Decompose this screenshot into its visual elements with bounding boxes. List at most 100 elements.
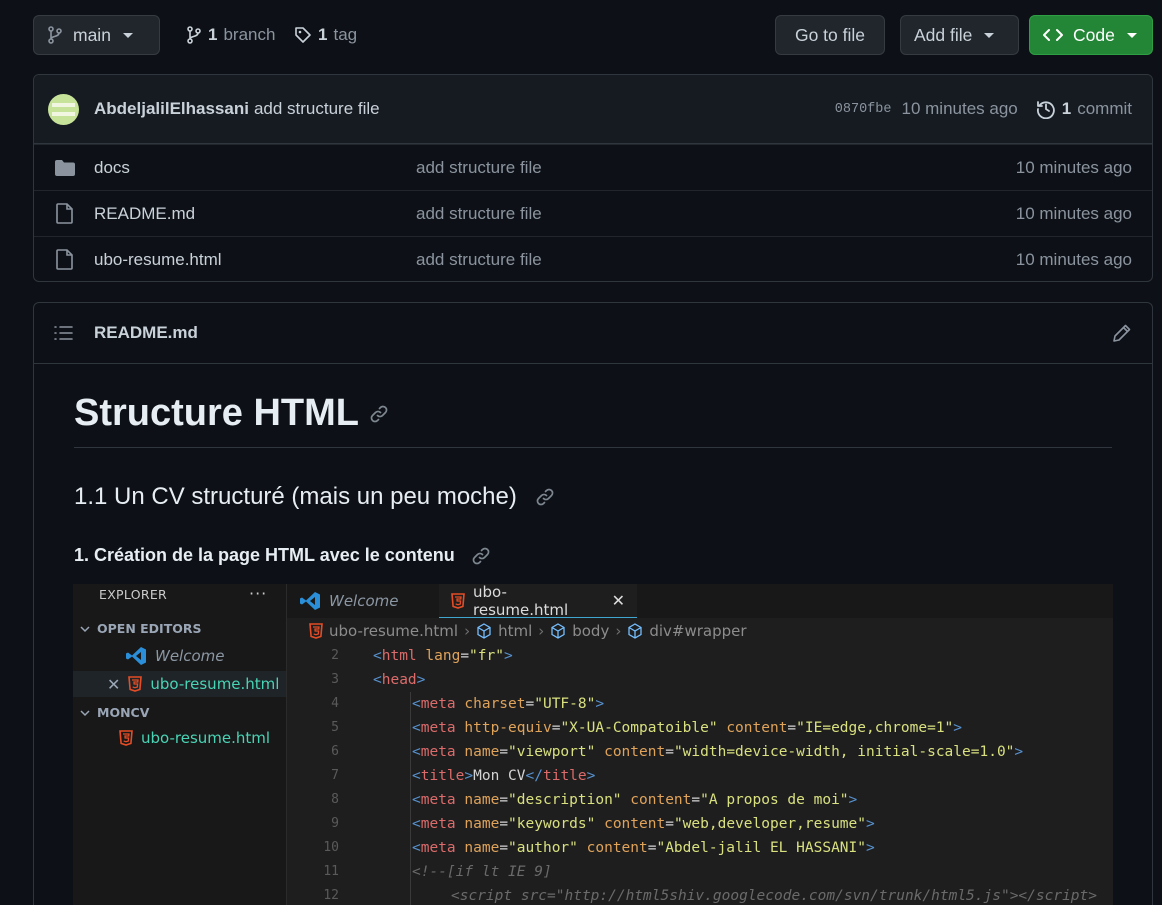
code-button[interactable]: Code — [1029, 15, 1153, 55]
file-browser: AbdeljalilElhassani add structure file 0… — [33, 74, 1153, 282]
code-icon — [1043, 28, 1063, 42]
line-number: 2 — [331, 648, 339, 663]
commit-count-label: commit — [1077, 99, 1132, 118]
link-icon[interactable] — [471, 546, 491, 566]
history-icon — [1036, 99, 1056, 119]
code-line: 9 <meta name="keywords" content="web,deve… — [287, 812, 1113, 836]
close-icon: ✕ — [107, 674, 121, 694]
code-text: <title>Mon CV</title> — [412, 768, 596, 784]
code-line: 3 <head> — [287, 668, 1113, 692]
open-editor-ubo-resume: ✕ ubo-resume.html — [73, 671, 286, 697]
go-to-file-button[interactable]: Go to file — [775, 15, 885, 55]
add-file-button[interactable]: Add file — [900, 15, 1019, 55]
moncv-folder-section: MONCV — [79, 705, 149, 720]
code-line: 5 <meta http-equiv="X-UA-Compatoible" con… — [287, 716, 1113, 740]
file-age: 10 minutes ago — [1015, 249, 1132, 269]
readme-title[interactable]: README.md — [94, 323, 198, 343]
branch-name: main — [73, 24, 111, 45]
code-text: <script src="http://html5shiv.googlecode… — [451, 888, 1098, 904]
branches-link[interactable]: 1 branch — [186, 15, 275, 55]
chevron-down-icon — [1126, 32, 1137, 38]
code-text: <!--[if lt IE 9] — [412, 864, 552, 880]
code-text: <meta name="description" content="A prop… — [412, 792, 858, 808]
file-commit-message[interactable]: add structure file — [416, 158, 1016, 178]
commit-author[interactable]: AbdeljalilElhassani — [94, 99, 249, 119]
commit-count: 1 — [1061, 99, 1072, 118]
link-icon[interactable] — [369, 404, 389, 424]
html5-icon — [451, 592, 465, 609]
line-number: 10 — [323, 840, 339, 855]
readme-screenshot-vscode: EXPLORER ··· OPEN EDITORS Welcome ✕ ubo-… — [73, 584, 1113, 905]
close-icon: ✕ — [611, 591, 625, 610]
line-number: 9 — [331, 816, 339, 831]
commit-details: 0870fbe 10 minutes ago 1 commit — [835, 99, 1132, 119]
code-line: 12 <script src="http://html5shiv.googleco… — [287, 884, 1113, 905]
list-icon[interactable] — [54, 325, 74, 341]
pencil-icon[interactable] — [1112, 323, 1132, 343]
more-icon: ··· — [249, 584, 268, 603]
link-icon[interactable] — [535, 487, 555, 507]
tab-label: Welcome — [329, 592, 399, 610]
breadcrumb-item: ubo-resume.html — [329, 622, 459, 640]
vscode-tab-bar: Welcome ubo-resume.html ✕ — [287, 584, 1113, 619]
file-age: 10 minutes ago — [1015, 203, 1132, 223]
commit-history-link[interactable]: 1 commit — [1036, 99, 1132, 119]
vscode-logo-icon — [299, 591, 321, 611]
readme-content: Structure HTML 1.1 Un CV structuré (mais… — [34, 364, 1152, 586]
item-label: ubo-resume.html — [150, 675, 280, 693]
breadcrumb-item: html — [498, 622, 533, 640]
section-label: OPEN EDITORS — [97, 621, 202, 636]
code-line: 6 <meta name="viewport" content="width=de… — [287, 740, 1113, 764]
file-name[interactable]: ubo-resume.html — [94, 250, 416, 270]
vscode-explorer-sidebar: EXPLORER ··· OPEN EDITORS Welcome ✕ ubo-… — [73, 584, 287, 905]
cube-icon — [627, 623, 643, 639]
code-line: 11 <!--[if lt IE 9] — [287, 860, 1113, 884]
item-label: ubo-resume.html — [141, 729, 271, 747]
html5-icon — [309, 623, 323, 639]
tags-link[interactable]: 1 tag — [294, 15, 357, 55]
line-number: 12 — [323, 888, 339, 903]
file-commit-message[interactable]: add structure file — [416, 250, 1016, 270]
chevron-right-icon: › — [464, 622, 471, 640]
branch-select-button[interactable]: main — [33, 15, 160, 55]
line-number: 3 — [331, 672, 339, 687]
commit-sha[interactable]: 0870fbe — [835, 102, 892, 117]
folder-file-ubo-resume: ubo-resume.html — [119, 729, 270, 747]
heading-text: Structure HTML — [74, 392, 359, 434]
file-name[interactable]: docs — [94, 158, 416, 178]
chevron-down-icon — [79, 707, 91, 719]
code-text: <head> — [373, 672, 426, 688]
line-number: 7 — [331, 768, 339, 783]
file-row[interactable]: README.md add structure file 10 minutes … — [34, 190, 1152, 236]
avatar[interactable] — [48, 93, 79, 125]
readme-heading-2: 1.1 Un CV structuré (mais un peu moche) — [74, 483, 1112, 511]
file-row[interactable]: docs add structure file 10 minutes ago — [34, 144, 1152, 190]
readme-heading-3: 1. Création de la page HTML avec le cont… — [74, 545, 1112, 566]
vscode-code-editor: 2 <html lang="fr"> 3 <head> 4 <meta charset="… — [287, 644, 1113, 905]
chevron-right-icon: › — [538, 622, 545, 640]
html5-icon — [119, 730, 133, 746]
chevron-down-icon — [122, 32, 133, 38]
tag-icon — [294, 26, 312, 44]
readme-heading-1: Structure HTML — [74, 384, 1112, 448]
explorer-title: EXPLORER — [99, 587, 168, 602]
commit-message[interactable]: add structure file — [254, 99, 380, 119]
line-number: 8 — [331, 792, 339, 807]
code-line: 7 <title>Mon CV</title> — [287, 764, 1113, 788]
file-name[interactable]: README.md — [94, 204, 416, 224]
vscode-breadcrumb: ubo-resume.html › html › body › div#wrap… — [309, 618, 747, 644]
file-age: 10 minutes ago — [1015, 157, 1132, 177]
code-text: <meta http-equiv="X-UA-Compatoible" cont… — [412, 720, 963, 736]
code-label: Code — [1073, 24, 1115, 45]
file-commit-message[interactable]: add structure file — [416, 204, 1016, 224]
branch-icon — [47, 26, 63, 44]
html5-icon — [128, 676, 143, 692]
line-number: 4 — [331, 696, 339, 711]
line-number: 11 — [323, 864, 339, 879]
tab-label: ubo-resume.html — [473, 584, 569, 619]
commit-time: 10 minutes ago — [901, 99, 1018, 118]
tab-welcome: Welcome — [287, 584, 427, 618]
file-row[interactable]: ubo-resume.html add structure file 10 mi… — [34, 236, 1152, 281]
breadcrumb-item: body — [572, 622, 610, 640]
line-number: 5 — [331, 720, 339, 735]
